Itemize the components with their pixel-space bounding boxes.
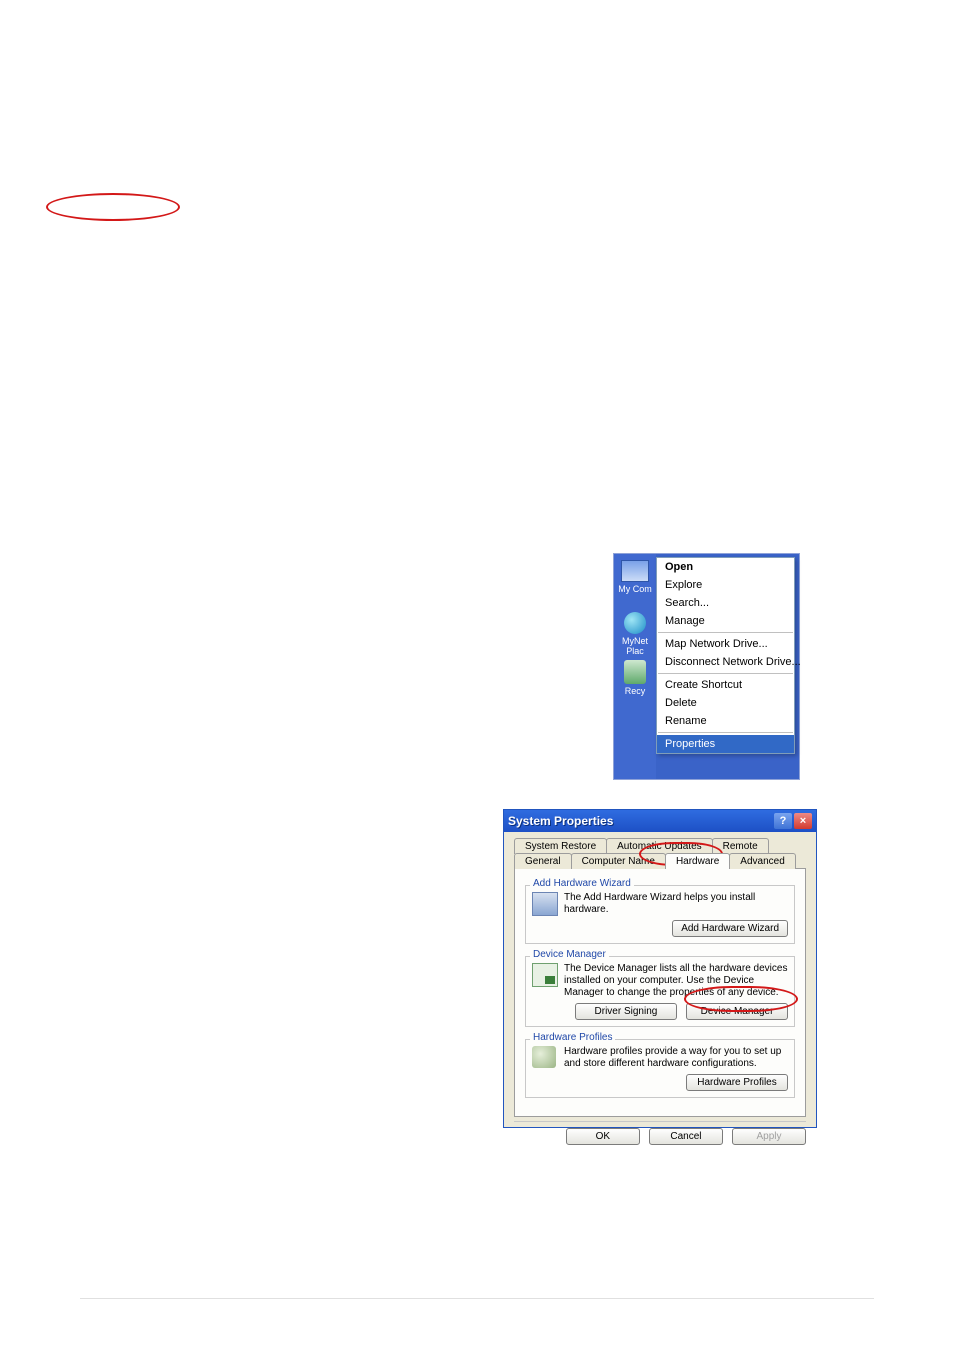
- menu-item-open[interactable]: Open: [657, 558, 794, 576]
- menu-separator: [658, 732, 793, 733]
- highlight-circle-properties: [46, 193, 180, 221]
- tab-panel-hardware: Add Hardware Wizard The Add Hardware Wiz…: [514, 868, 806, 1117]
- group-add-hardware-wizard: Add Hardware Wizard The Add Hardware Wiz…: [525, 885, 795, 944]
- tab-general[interactable]: General: [514, 853, 572, 869]
- titlebar[interactable]: System Properties ? ×: [504, 810, 816, 832]
- menu-separator: [658, 632, 793, 633]
- group-text: The Device Manager lists all the hardwar…: [564, 963, 788, 999]
- help-button[interactable]: ?: [774, 813, 792, 829]
- tab-remote[interactable]: Remote: [712, 838, 769, 854]
- tab-system-restore[interactable]: System Restore: [514, 838, 607, 854]
- menu-item-disconnect-drive[interactable]: Disconnect Network Drive...: [657, 653, 794, 671]
- group-text: The Add Hardware Wizard helps you instal…: [564, 892, 788, 916]
- close-button[interactable]: ×: [794, 813, 812, 829]
- menu-item-manage[interactable]: Manage: [657, 612, 794, 630]
- menu-item-search[interactable]: Search...: [657, 594, 794, 612]
- dialog-title: System Properties: [508, 814, 772, 828]
- group-text: Hardware profiles provide a way for you …: [564, 1046, 788, 1070]
- ok-button[interactable]: OK: [566, 1128, 640, 1145]
- recycle-bin-icon[interactable]: Recy: [616, 660, 654, 694]
- hardware-wizard-icon: [532, 892, 558, 916]
- menu-item-explore[interactable]: Explore: [657, 576, 794, 594]
- group-title: Hardware Profiles: [530, 1032, 615, 1043]
- menu-item-delete[interactable]: Delete: [657, 694, 794, 712]
- menu-item-properties[interactable]: Properties: [657, 735, 794, 753]
- menu-item-rename[interactable]: Rename: [657, 712, 794, 730]
- tab-hardware[interactable]: Hardware: [665, 853, 730, 869]
- device-manager-icon: [532, 963, 558, 987]
- apply-button: Apply: [732, 1128, 806, 1145]
- hardware-profiles-button[interactable]: Hardware Profiles: [686, 1074, 788, 1091]
- tab-computer-name[interactable]: Computer Name: [571, 853, 666, 869]
- menu-separator: [658, 673, 793, 674]
- icon-label: Recy: [616, 686, 654, 696]
- group-title: Add Hardware Wizard: [530, 878, 634, 889]
- context-menu: Open Explore Search... Manage Map Networ…: [656, 557, 795, 754]
- tab-advanced[interactable]: Advanced: [729, 853, 795, 869]
- tab-automatic-updates[interactable]: Automatic Updates: [606, 838, 713, 854]
- page-divider: [80, 1298, 874, 1299]
- system-properties-dialog: System Properties ? × System Restore Aut…: [503, 809, 817, 1128]
- hardware-profiles-icon: [532, 1046, 556, 1068]
- group-hardware-profiles: Hardware Profiles Hardware profiles prov…: [525, 1039, 795, 1098]
- group-device-manager: Device Manager The Device Manager lists …: [525, 956, 795, 1027]
- driver-signing-button[interactable]: Driver Signing: [575, 1003, 677, 1020]
- desktop-strip: My Com MyNet Plac Recy: [614, 554, 656, 779]
- context-menu-screenshot: My Com MyNet Plac Recy Open Explore Sear…: [613, 553, 800, 780]
- menu-item-create-shortcut[interactable]: Create Shortcut: [657, 676, 794, 694]
- menu-item-map-drive[interactable]: Map Network Drive...: [657, 635, 794, 653]
- cancel-button[interactable]: Cancel: [649, 1128, 723, 1145]
- group-title: Device Manager: [530, 949, 609, 960]
- icon-label: MyNet Plac: [616, 636, 654, 656]
- my-network-places-icon[interactable]: MyNet Plac: [616, 612, 654, 646]
- add-hardware-wizard-button[interactable]: Add Hardware Wizard: [672, 920, 788, 937]
- my-computer-icon[interactable]: My Com: [616, 560, 654, 594]
- tab-strip: System Restore Automatic Updates Remote …: [514, 838, 806, 869]
- icon-label: My Com: [616, 584, 654, 594]
- dialog-action-row: OK Cancel Apply: [514, 1121, 806, 1145]
- device-manager-button[interactable]: Device Manager: [686, 1003, 788, 1020]
